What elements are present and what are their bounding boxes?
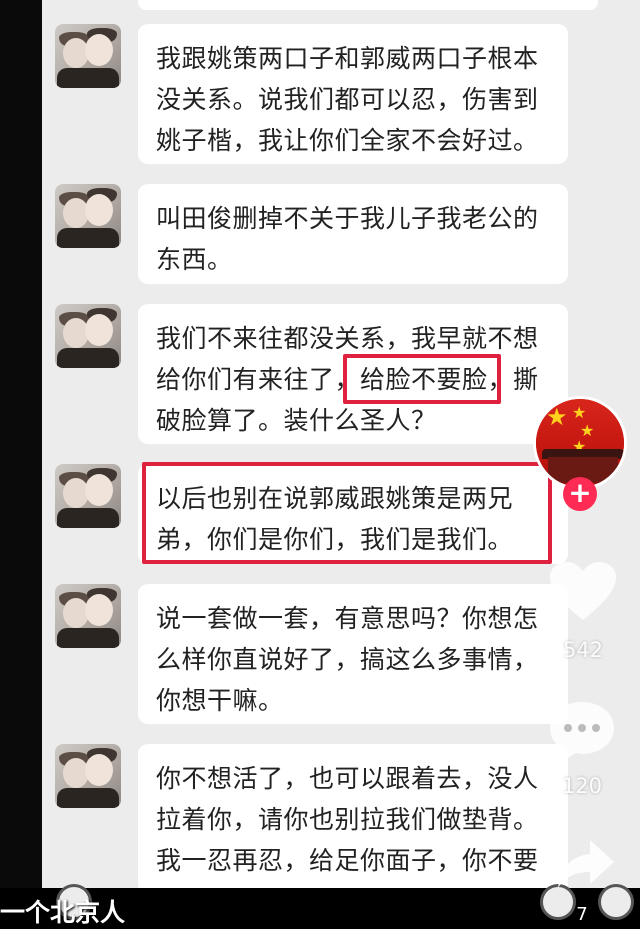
comment-icon[interactable] — [546, 698, 618, 762]
heart-icon[interactable] — [548, 560, 618, 624]
message-line: 拉着你，请你也别拉我们做垫背。 — [156, 805, 539, 834]
message-bubble[interactable]: 说一套做一套，有意思吗？你想怎 么样你直说好了，搞这么多事情， 你想干嘛。 — [138, 584, 568, 724]
message-bubble[interactable]: 以后也别在说郭威跟姚策是两兄 弟，你们是你们，我们是我们。 — [138, 464, 568, 564]
share-count: 7 — [576, 904, 588, 925]
message-bubble[interactable]: 你不想活了，也可以跟着去，没人 拉着你，请你也别拉我们做垫背。 我一忍再忍，给足… — [138, 744, 568, 894]
message-line: 东西。 — [156, 245, 233, 274]
message-line: 我们不来往都没关系，我早就不想 — [156, 324, 539, 353]
sender-avatar[interactable] — [55, 184, 121, 248]
message-line: 没关系。说我们都可以忍，伤害到 — [156, 85, 539, 114]
message-line: 给你们有来往了，给脸不要脸，撕 — [156, 365, 539, 394]
sender-avatar[interactable] — [55, 744, 121, 808]
previous-message-stub — [138, 0, 598, 10]
message-line: 姚子楷，我让你们全家不会好过。 — [156, 126, 539, 155]
share-icon[interactable] — [556, 838, 616, 892]
message-line: 我一忍再忍，给足你面子，你不要 — [156, 846, 539, 875]
message-line: 说一套做一套，有意思吗？你想怎 — [156, 604, 539, 633]
message-bubble[interactable]: 我跟姚策两口子和郭威两口子根本 没关系。说我们都可以忍，伤害到 姚子楷，我让你们… — [138, 24, 568, 164]
like-count: 542 — [562, 638, 604, 662]
sender-avatar[interactable] — [55, 24, 121, 88]
sender-avatar[interactable] — [55, 304, 121, 368]
sender-avatar[interactable] — [55, 584, 121, 648]
message-line: 么样你直说好了，搞这么多事情， — [156, 645, 539, 674]
message-line: 破脸算了。装什么圣人？ — [156, 406, 437, 435]
message-line: 以后也别在说郭威跟姚策是两兄 — [156, 484, 514, 513]
message-line: 我跟姚策两口子和郭威两口子根本 — [156, 44, 539, 73]
follow-button[interactable]: + — [563, 477, 597, 511]
message-line: 你想干嘛。 — [156, 686, 284, 715]
sender-avatar[interactable] — [55, 464, 121, 528]
author-name[interactable]: 一个北京人 — [0, 893, 125, 929]
left-black-strip — [0, 0, 42, 927]
comment-count: 120 — [561, 774, 603, 798]
message-line: 弟，你们是你们，我们是我们。 — [156, 525, 514, 554]
message-bubble[interactable]: 叫田俊删掉不关于我儿子我老公的 东西。 — [138, 184, 568, 284]
message-bubble[interactable]: 我们不来往都没关系，我早就不想 给你们有来往了，给脸不要脸，撕 破脸算了。装什么… — [138, 304, 568, 444]
message-line: 你不想活了，也可以跟着去，没人 — [156, 764, 539, 793]
message-line: 叫田俊删掉不关于我儿子我老公的 — [156, 204, 539, 233]
